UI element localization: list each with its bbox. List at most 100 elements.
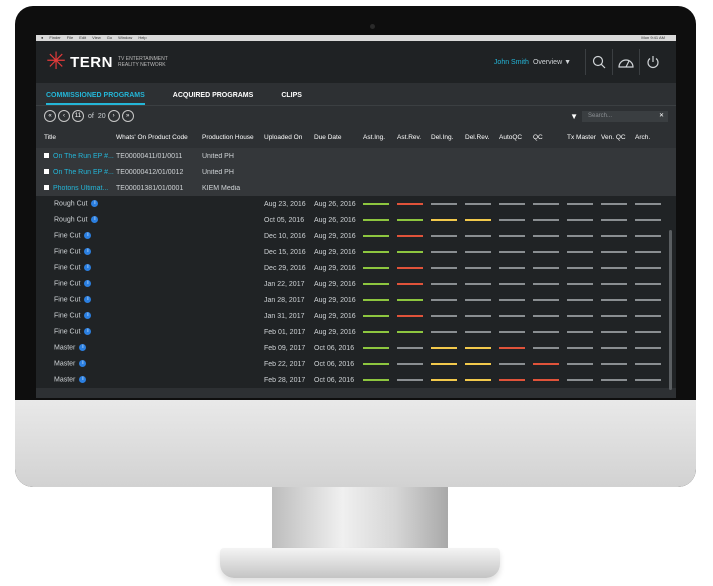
status-cell[interactable] [397,283,431,285]
status-cell[interactable] [431,219,465,221]
status-cell[interactable] [601,251,635,253]
status-cell[interactable] [465,299,499,301]
info-icon[interactable]: i [84,280,92,288]
status-cell[interactable] [499,331,533,333]
status-cell[interactable] [499,203,533,205]
status-cell[interactable] [431,203,465,205]
status-cell[interactable] [499,299,533,301]
status-cell[interactable] [465,331,499,333]
info-icon[interactable]: i [91,216,99,224]
status-cell[interactable] [567,283,601,285]
status-cell[interactable] [431,283,465,285]
status-cell[interactable] [533,219,567,221]
status-cell[interactable] [431,379,465,381]
col-uploaded-on[interactable]: Uploaded On [264,134,314,141]
menu-go[interactable]: Go [107,35,112,41]
status-cell[interactable] [567,315,601,317]
status-cell[interactable] [465,267,499,269]
table-scrollbar[interactable] [669,230,672,390]
status-cell[interactable] [533,347,567,349]
status-cell[interactable] [465,315,499,317]
col-ast-rev[interactable]: Ast.Rev. [397,134,431,141]
info-icon[interactable]: i [79,360,87,368]
status-cell[interactable] [363,267,397,269]
status-cell[interactable] [363,331,397,333]
status-cell[interactable] [533,331,567,333]
status-cell[interactable] [363,299,397,301]
table-row[interactable]: Fine Cut i Dec 10, 2016 Aug 29, 2016 [36,228,676,244]
status-cell[interactable] [465,379,499,381]
status-cell[interactable] [635,315,669,317]
status-cell[interactable] [601,203,635,205]
logout-button[interactable] [639,49,666,75]
first-page-button[interactable]: « [44,110,56,122]
status-cell[interactable] [363,203,397,205]
status-cell[interactable] [601,347,635,349]
status-cell[interactable] [635,235,669,237]
status-cell[interactable] [431,251,465,253]
status-cell[interactable] [635,283,669,285]
status-cell[interactable] [499,363,533,365]
status-cell[interactable] [397,235,431,237]
apple-icon[interactable]: ● [41,35,43,41]
status-cell[interactable] [567,219,601,221]
group-row[interactable]: On The Run EP #... TE00000411/01/0011 Un… [36,148,676,164]
expand-icon[interactable] [44,153,49,159]
col-product-code[interactable]: Whats' On Product Code [116,134,202,141]
status-cell[interactable] [499,347,533,349]
status-cell[interactable] [397,315,431,317]
status-cell[interactable] [635,331,669,333]
status-cell[interactable] [397,363,431,365]
status-cell[interactable] [465,203,499,205]
col-tx-master[interactable]: Tx Master [567,134,601,141]
col-production-house[interactable]: Production House [202,134,264,141]
status-cell[interactable] [431,347,465,349]
status-cell[interactable] [499,235,533,237]
col-ast-ing[interactable]: Ast.Ing. [363,134,397,141]
col-ven-qc[interactable]: Ven. QC [601,134,635,141]
status-cell[interactable] [465,219,499,221]
status-cell[interactable] [431,299,465,301]
last-page-button[interactable]: » [121,110,134,122]
search-button[interactable] [585,49,612,75]
menu-help[interactable]: Help [138,35,146,41]
status-cell[interactable] [363,219,397,221]
info-icon[interactable]: i [91,200,99,208]
dashboard-button[interactable] [612,49,639,75]
col-title[interactable]: Title [36,134,116,141]
status-cell[interactable] [635,363,669,365]
table-row[interactable]: Master i Feb 09, 2017 Oct 06, 2016 [36,340,676,356]
status-cell[interactable] [567,331,601,333]
view-selector[interactable]: Overview ▼ [533,59,571,66]
table-row[interactable]: Fine Cut i Jan 28, 2017 Aug 29, 2016 [36,292,676,308]
search-input[interactable]: Search... ✕ [582,110,668,122]
table-row[interactable]: Fine Cut i Jan 22, 2017 Aug 29, 2016 [36,276,676,292]
status-cell[interactable] [601,315,635,317]
status-cell[interactable] [499,219,533,221]
status-cell[interactable] [601,331,635,333]
status-cell[interactable] [601,363,635,365]
collapse-icon[interactable] [44,185,49,191]
user-name[interactable]: John Smith [494,59,529,66]
status-cell[interactable] [397,347,431,349]
status-cell[interactable] [533,251,567,253]
col-arch[interactable]: Arch. [635,134,669,141]
status-cell[interactable] [397,251,431,253]
menu-view[interactable]: View [92,35,101,41]
status-cell[interactable] [363,347,397,349]
col-qc[interactable]: QC [533,134,567,141]
status-cell[interactable] [533,283,567,285]
status-cell[interactable] [465,235,499,237]
col-del-ing[interactable]: Del.Ing. [431,134,465,141]
status-cell[interactable] [363,235,397,237]
status-cell[interactable] [397,299,431,301]
tab-commissioned-programs[interactable]: COMMISSIONED PROGRAMS [46,92,145,105]
prev-page-button[interactable]: ‹ [58,110,70,122]
table-row[interactable]: Fine Cut i Dec 15, 2016 Aug 29, 2016 [36,244,676,260]
status-cell[interactable] [465,283,499,285]
info-icon[interactable]: i [84,296,92,304]
status-cell[interactable] [635,379,669,381]
status-cell[interactable] [465,347,499,349]
status-cell[interactable] [635,251,669,253]
status-cell[interactable] [567,203,601,205]
